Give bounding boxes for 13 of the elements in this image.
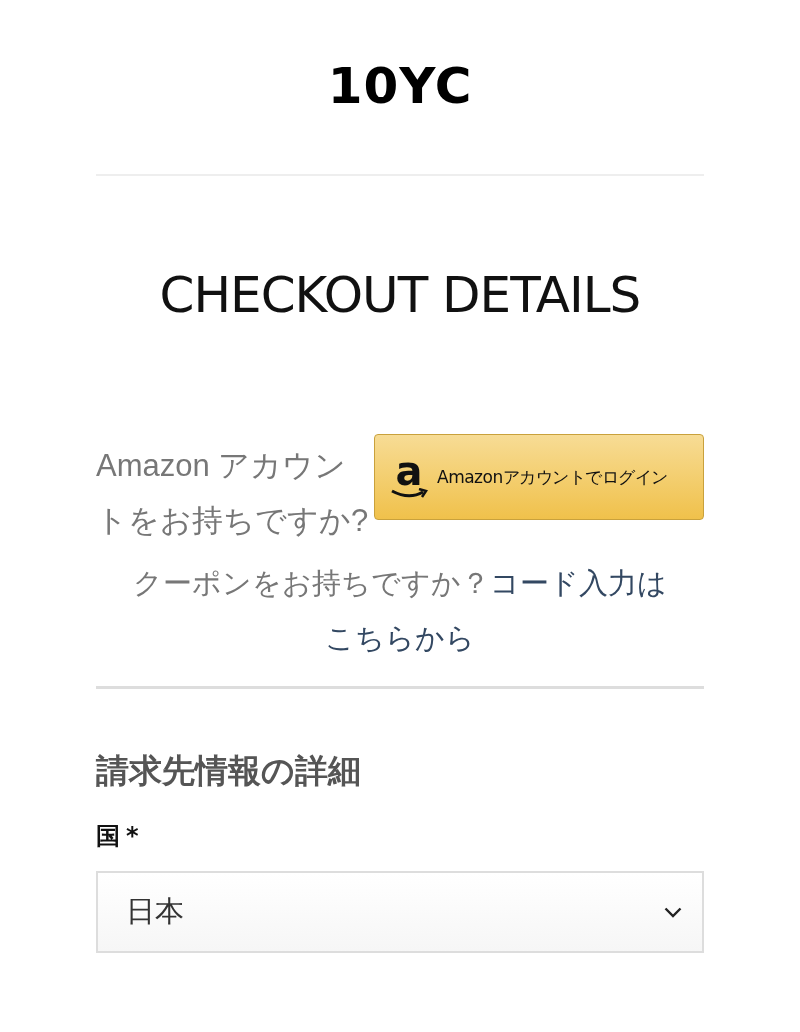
amazon-logo: a [389, 454, 429, 500]
chevron-down-icon [664, 906, 682, 918]
section-heading: 請求先情報の詳細 [96, 750, 362, 792]
page-title: CHECKOUT DETAILS [158, 265, 642, 326]
required-mark: * [126, 822, 139, 850]
site-logo[interactable]: 10YC [96, 0, 704, 116]
amazon-account-prompt: Amazon アカウントをお持ちですか? [96, 448, 369, 538]
coupon-code-link[interactable]: コード入力は [490, 567, 667, 599]
country-select[interactable]: 日本 [96, 871, 704, 953]
coupon-prompt: クーポンをお持ちですか？ [133, 567, 490, 599]
amazon-login-button[interactable]: a Amazonアカウントでログイン [374, 434, 704, 520]
coupon-code-link[interactable]: こちらから [325, 622, 475, 654]
field-label: 国 [96, 822, 120, 850]
